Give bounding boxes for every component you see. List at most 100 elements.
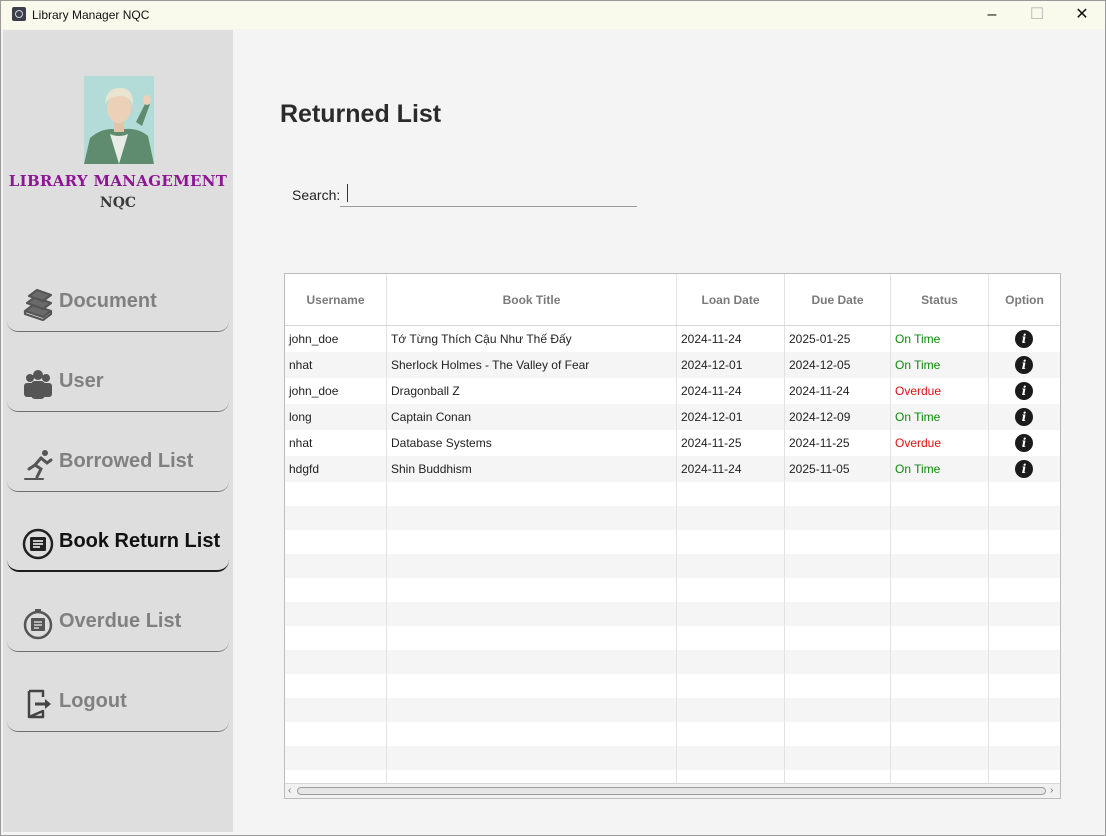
table-row[interactable]: long Captain Conan 2024-12-01 2024-12-09 On …	[285, 404, 1060, 430]
sidebar-item-label: Book Return List	[59, 530, 221, 552]
empty-cell	[387, 698, 677, 722]
sidebar-divider	[7, 401, 229, 412]
column-header-status[interactable]: Status	[891, 274, 989, 325]
sidebar-divider	[7, 321, 229, 332]
username-cell: john_doe	[285, 326, 387, 352]
info-icon[interactable]: i	[1015, 460, 1033, 478]
empty-row	[285, 722, 1060, 746]
status-cell: On Time	[891, 352, 989, 378]
empty-cell	[891, 578, 989, 602]
empty-cell	[285, 530, 387, 554]
empty-cell	[785, 626, 891, 650]
table-row[interactable]: hdgfd Shin Buddhism 2024-11-24 2025-11-05 On…	[285, 456, 1060, 482]
sidebar-item-document[interactable]: Document	[7, 274, 229, 332]
empty-cell	[387, 626, 677, 650]
empty-cell	[677, 554, 785, 578]
due-date-cell: 2024-12-09	[785, 404, 891, 430]
scrollbar-thumb[interactable]	[297, 787, 1046, 795]
search-input[interactable]	[340, 181, 637, 207]
empty-cell	[387, 578, 677, 602]
book-return-icon	[21, 527, 55, 561]
empty-row	[285, 554, 1060, 578]
loan-date-cell: 2024-12-01	[677, 404, 785, 430]
logout-icon	[21, 687, 55, 721]
empty-cell	[785, 554, 891, 578]
empty-row	[285, 530, 1060, 554]
username-cell: hdgfd	[285, 456, 387, 482]
empty-cell	[677, 482, 785, 506]
sidebar-item-borrowed-list[interactable]: Borrowed List	[7, 434, 229, 492]
status-cell: Overdue	[891, 378, 989, 404]
page-title: Returned List	[280, 100, 442, 128]
table-body: john_doe Tớ Từng Thích Cậu Như Thế Đấy 202…	[285, 326, 1060, 794]
sidebar-item-overdue-list[interactable]: Overdue List	[7, 594, 229, 652]
minimize-button[interactable]: –	[969, 1, 1015, 29]
empty-cell	[285, 506, 387, 530]
empty-cell	[785, 674, 891, 698]
book-title-cell: Dragonball Z	[387, 378, 677, 404]
sidebar-item-book-return-list[interactable]: Book Return List	[7, 514, 229, 572]
empty-cell	[285, 602, 387, 626]
sidebar-divider	[7, 721, 229, 732]
books-icon	[21, 287, 55, 322]
close-button[interactable]: ✕	[1059, 1, 1105, 29]
sidebar-divider	[7, 641, 229, 652]
info-icon[interactable]: i	[1015, 382, 1033, 400]
due-date-cell: 2025-11-05	[785, 456, 891, 482]
empty-row	[285, 506, 1060, 530]
empty-cell	[785, 602, 891, 626]
empty-cell	[387, 602, 677, 626]
empty-row	[285, 626, 1060, 650]
empty-row	[285, 650, 1060, 674]
empty-cell	[891, 626, 989, 650]
sidebar: LIBRARY MANAGEMENT NQC Document User Bor…	[3, 30, 233, 832]
table-row[interactable]: nhat Database Systems 2024-11-25 2024-11-25…	[285, 430, 1060, 456]
returned-list-table: Username Book Title Loan Date Due Date S…	[284, 273, 1061, 799]
empty-row	[285, 578, 1060, 602]
horizontal-scrollbar[interactable]: ‹ ›	[285, 783, 1060, 798]
empty-cell	[677, 674, 785, 698]
empty-cell	[891, 698, 989, 722]
search-label: Search:	[292, 187, 341, 203]
empty-row	[285, 698, 1060, 722]
info-icon[interactable]: i	[1015, 408, 1033, 426]
status-cell: On Time	[891, 404, 989, 430]
option-cell: i	[989, 352, 1060, 378]
column-header-due-date[interactable]: Due Date	[785, 274, 891, 325]
info-icon[interactable]: i	[1015, 330, 1033, 348]
column-header-loan-date[interactable]: Loan Date	[677, 274, 785, 325]
maximize-button[interactable]: ☐	[1014, 1, 1060, 29]
empty-cell	[285, 578, 387, 602]
empty-cell	[677, 602, 785, 626]
column-header-book-title[interactable]: Book Title	[387, 274, 677, 325]
sidebar-item-logout[interactable]: Logout	[7, 674, 229, 732]
sidebar-item-user[interactable]: User	[7, 354, 229, 412]
empty-cell	[785, 578, 891, 602]
scroll-right-icon[interactable]: ›	[1050, 785, 1053, 796]
sidebar-item-label: Logout	[59, 690, 127, 712]
empty-cell	[785, 722, 891, 746]
empty-cell	[891, 746, 989, 770]
users-icon	[21, 367, 55, 401]
loan-date-cell: 2024-11-24	[677, 378, 785, 404]
empty-cell	[677, 722, 785, 746]
table-row[interactable]: nhat Sherlock Holmes - The Valley of Fear…	[285, 352, 1060, 378]
option-cell: i	[989, 326, 1060, 352]
sidebar-item-label: Overdue List	[59, 610, 182, 632]
due-date-cell: 2024-11-25	[785, 430, 891, 456]
column-header-username[interactable]: Username	[285, 274, 387, 325]
column-header-option[interactable]: Option	[989, 274, 1060, 325]
empty-cell	[285, 554, 387, 578]
info-icon[interactable]: i	[1015, 434, 1033, 452]
brand-subtitle: NQC	[99, 195, 137, 211]
book-title-cell: Captain Conan	[387, 404, 677, 430]
option-cell: i	[989, 378, 1060, 404]
sidebar-divider	[7, 560, 229, 572]
info-icon[interactable]: i	[1015, 356, 1033, 374]
empty-cell	[785, 698, 891, 722]
scroll-left-icon[interactable]: ‹	[288, 785, 291, 796]
avatar	[84, 76, 154, 164]
table-row[interactable]: john_doe Tớ Từng Thích Cậu Như Thế Đấy 202…	[285, 326, 1060, 352]
table-row[interactable]: john_doe Dragonball Z 2024-11-24 2024-11-24…	[285, 378, 1060, 404]
loan-date-cell: 2024-12-01	[677, 352, 785, 378]
